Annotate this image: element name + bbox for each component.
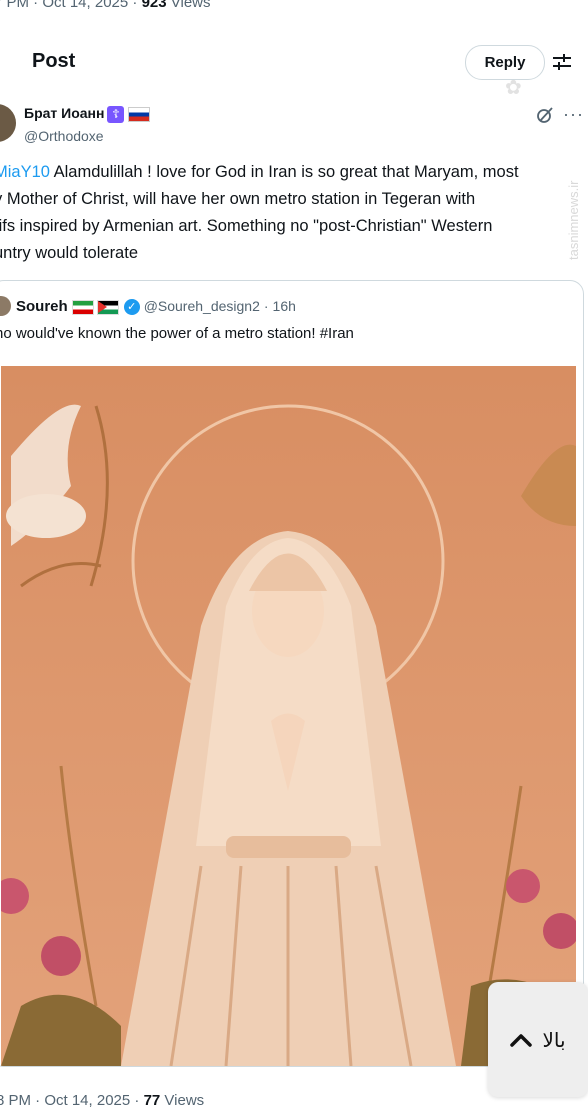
author-handle[interactable]: @Orthodoxe <box>24 128 104 144</box>
quote-author-name: Soureh <box>16 298 68 315</box>
top-meta-time: 7 PM · Oct 14, 2025 · <box>0 0 142 11</box>
scroll-top-label: بالا <box>542 1027 566 1052</box>
quoted-post-card[interactable]: Soureh ✓ @Soureh_design2 · 16h ho would've k… <box>0 280 584 1067</box>
tweet-line: untry would tolerate <box>0 244 138 262</box>
russia-flag-icon <box>128 106 151 122</box>
top-meta-views-label: Views <box>166 0 211 11</box>
bottom-meta-views: 77 <box>143 1092 161 1109</box>
quote-time: 16h <box>272 298 296 314</box>
mention-link[interactable]: MiaY10 <box>0 163 50 181</box>
quote-handle: @Soureh_design2 <box>143 298 260 314</box>
palestine-flag-icon <box>96 299 119 315</box>
author-name[interactable]: Брат Иоанн ☦ <box>24 105 151 123</box>
grok-icon[interactable] <box>536 106 554 124</box>
relief-artwork-icon <box>1 366 576 1066</box>
iran-flag-icon <box>71 299 94 315</box>
more-icon[interactable]: ··· <box>563 104 584 125</box>
quote-text: ho would've known the power of a metro s… <box>0 325 354 342</box>
tweet-line: tifs inspired by Armenian art. Something… <box>0 217 493 235</box>
cross-badge-icon: ☦ <box>107 105 125 123</box>
avatar[interactable] <box>0 104 16 142</box>
author-name-text: Брат Иоанн <box>24 105 105 121</box>
chevron-up-icon <box>510 1033 533 1047</box>
quote-image[interactable] <box>1 366 576 1066</box>
tweet-text: MiaY10 Alamdulillah ! love for God in Ir… <box>0 159 584 267</box>
quote-separator: · <box>263 298 269 314</box>
bottom-meta-views-label: Views <box>160 1092 205 1109</box>
tweet-line: y Mother of Christ, will have her own me… <box>0 190 476 208</box>
verified-icon: ✓ <box>123 299 140 316</box>
settings-sliders-icon[interactable] <box>551 52 573 72</box>
tweet-line: MiaY10 Alamdulillah ! love for God in Ir… <box>0 159 584 186</box>
top-meta-views: 923 <box>141 0 167 11</box>
bottom-meta-time: 8 PM · Oct 14, 2025 · <box>0 1092 144 1109</box>
quote-author[interactable]: Soureh ✓ @Soureh_design2 · 16h <box>16 298 296 316</box>
bottom-meta: 8 PM · Oct 14, 2025 · 77 Views <box>0 1092 204 1109</box>
tweet-line-text: Alamdulillah ! love for God in Iran is s… <box>49 163 519 181</box>
top-meta: 7 PM · Oct 14, 2025 · 923 Views <box>0 0 211 11</box>
quote-avatar[interactable] <box>0 296 11 316</box>
page-title: Post <box>32 50 76 72</box>
scroll-to-top-button[interactable]: بالا <box>488 982 588 1097</box>
